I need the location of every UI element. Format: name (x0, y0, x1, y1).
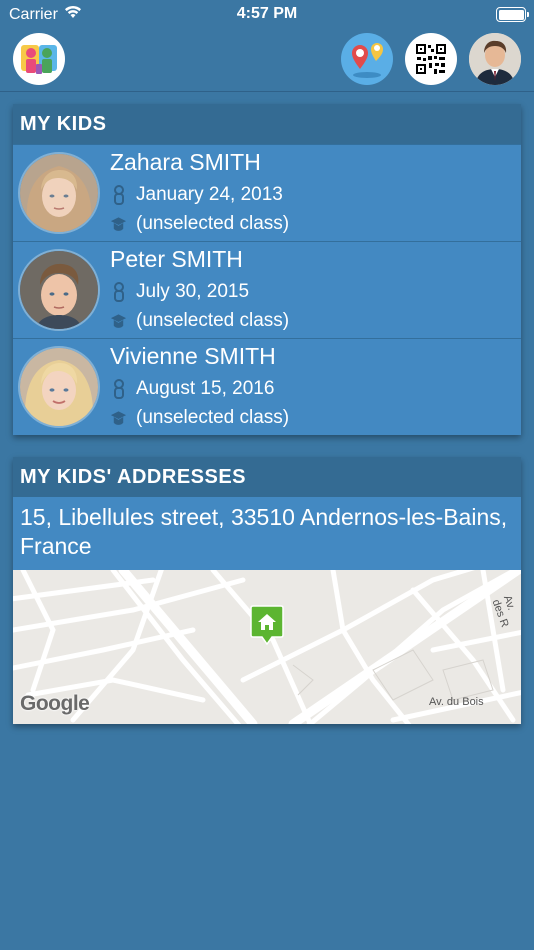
navigation-bar (0, 30, 534, 92)
kid-class-text: (unselected class) (136, 213, 290, 234)
graduation-cap-icon (110, 408, 127, 428)
kid-class: (unselected class) (110, 407, 289, 429)
qr-code-button[interactable] (405, 33, 457, 85)
kid-birthdate-text: July 30, 2015 (136, 281, 250, 302)
google-logo: Google (20, 692, 90, 715)
kid-avatar (18, 152, 100, 234)
kid-birthdate-text: January 24, 2013 (136, 184, 283, 205)
kid-class-text: (unselected class) (136, 407, 290, 428)
kid-birthdate: August 15, 2016 (110, 378, 274, 400)
graduation-cap-icon (110, 311, 127, 331)
address-text[interactable]: 15, Libellules street, 33510 Andernos-le… (13, 497, 521, 570)
baby-icon (110, 185, 127, 205)
kid-class: (unselected class) (110, 310, 289, 332)
kid-row[interactable]: Vivienne SMITH August 15, 2016 (unselect… (13, 338, 521, 435)
qr-code-icon (416, 44, 446, 74)
kid-name: Peter SMITH (110, 246, 243, 272)
parent-avatar (469, 33, 521, 85)
kid-class: (unselected class) (110, 213, 289, 235)
status-bar: Carrier 4:57 PM (0, 0, 534, 30)
kid-birthdate: July 30, 2015 (110, 281, 249, 303)
profile-button[interactable] (469, 33, 521, 85)
kids-app-logo-icon (21, 45, 57, 74)
kids-addresses-header: MY KIDS' ADDRESSES (13, 457, 521, 497)
kid-avatar (18, 249, 100, 331)
kid-class-text: (unselected class) (136, 310, 290, 331)
kid-name: Zahara SMITH (110, 149, 261, 175)
kid-name: Vivienne SMITH (110, 343, 276, 369)
kid-birthdate: January 24, 2013 (110, 184, 283, 206)
app-logo-button[interactable] (13, 33, 65, 85)
clock: 4:57 PM (236, 5, 298, 22)
kid-row[interactable]: Zahara SMITH January 24, 2013 (unselecte… (13, 144, 521, 241)
map-view-button[interactable] (341, 33, 393, 85)
map-pins-icon (352, 43, 383, 78)
baby-icon (110, 282, 127, 302)
battery-icon (496, 7, 529, 22)
my-kids-card: MY KIDS Zahara SMITH January 24, 2013 (u… (13, 104, 521, 435)
kid-birthdate-text: August 15, 2016 (136, 378, 275, 399)
graduation-cap-icon (110, 214, 127, 234)
street-label: Av. du Bois (429, 696, 484, 708)
my-kids-header: MY KIDS (13, 104, 521, 144)
kid-avatar (18, 346, 100, 428)
address-map[interactable]: Av. du Bois Av. des R Google (13, 570, 521, 724)
kid-row[interactable]: Peter SMITH July 30, 2015 (unselected cl… (13, 241, 521, 338)
baby-icon (110, 379, 127, 399)
kids-addresses-card: MY KIDS' ADDRESSES 15, Libellules street… (13, 457, 521, 724)
